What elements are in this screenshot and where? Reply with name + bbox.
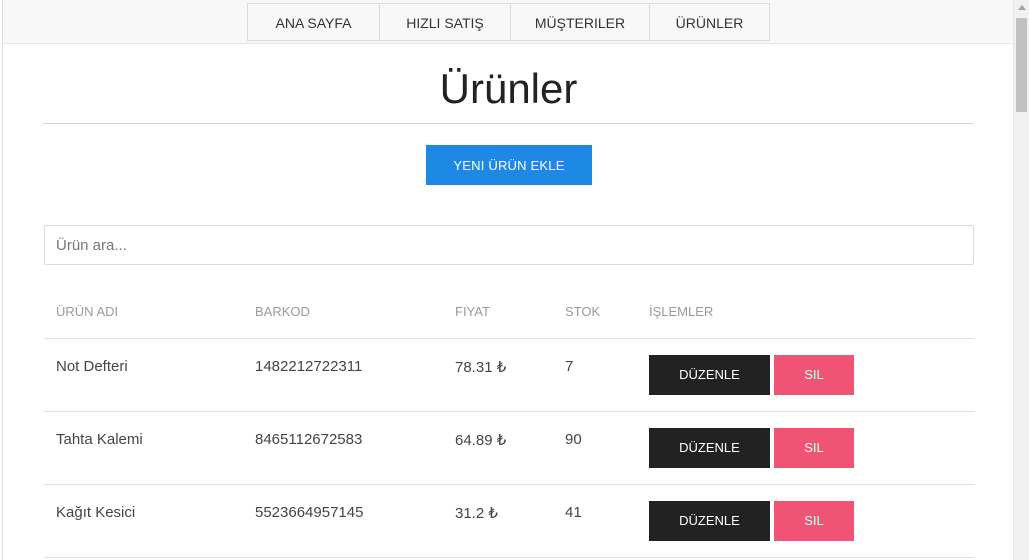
table-header-row: ÜRÜN ADI BARKOD FIYAT STOK İŞLEMLER — [44, 285, 975, 339]
header-barcode: BARKOD — [243, 285, 443, 339]
cell-stock: 90 — [553, 411, 637, 485]
cell-stock: 7 — [553, 338, 637, 412]
cell-product-name: Tahta Kalemi — [44, 411, 243, 485]
cell-actions: DÜZENLE SIL — [637, 338, 975, 412]
table-row: Not Defteri 1482212722311 78.31 ₺ 7 DÜZE… — [44, 338, 975, 412]
cell-actions: DÜZENLE SIL — [637, 411, 975, 485]
table-row: Tahta Kalemi 8465112672583 64.89 ₺ 90 DÜ… — [44, 411, 975, 485]
cell-product-name: Kağıt Kesici — [44, 484, 243, 558]
add-product-button[interactable]: YENI ÜRÜN EKLE — [426, 145, 592, 185]
nav-item-products[interactable]: ÜRÜNLER — [649, 3, 770, 41]
products-table: ÜRÜN ADI BARKOD FIYAT STOK İŞLEMLER Not … — [44, 285, 975, 558]
top-navbar: ANA SAYFA HIZLI SATIŞ MÜŞTERILER ÜRÜNLER — [3, 0, 1014, 44]
header-actions: İŞLEMLER — [637, 285, 975, 339]
product-search-input[interactable] — [44, 225, 974, 265]
cell-price: 31.2 ₺ — [443, 484, 553, 558]
header-price: FIYAT — [443, 285, 553, 339]
title-divider — [43, 123, 974, 124]
cell-barcode: 5523664957145 — [243, 484, 443, 558]
vertical-scrollbar[interactable] — [1013, 0, 1029, 560]
cell-barcode: 8465112672583 — [243, 411, 443, 485]
delete-button[interactable]: SIL — [774, 354, 854, 395]
browser-viewport: ANA SAYFA HIZLI SATIŞ MÜŞTERILER ÜRÜNLER… — [0, 0, 1029, 560]
page: ANA SAYFA HIZLI SATIŞ MÜŞTERILER ÜRÜNLER… — [2, 0, 1014, 560]
nav-item-home[interactable]: ANA SAYFA — [247, 3, 379, 41]
scrollbar-thumb[interactable] — [1016, 18, 1027, 112]
edit-button[interactable]: DÜZENLE — [649, 427, 770, 468]
nav-item-quick-sale[interactable]: HIZLI SATIŞ — [379, 3, 510, 41]
header-stock: STOK — [553, 285, 637, 339]
edit-button[interactable]: DÜZENLE — [649, 500, 770, 541]
nav-item-customers[interactable]: MÜŞTERILER — [510, 3, 649, 41]
table-row: Kağıt Kesici 5523664957145 31.2 ₺ 41 DÜZ… — [44, 484, 975, 558]
nav-menu: ANA SAYFA HIZLI SATIŞ MÜŞTERILER ÜRÜNLER — [247, 3, 770, 42]
page-title: Ürünler — [439, 65, 578, 112]
cell-stock: 41 — [553, 484, 637, 558]
cell-price: 64.89 ₺ — [443, 411, 553, 485]
delete-button[interactable]: SIL — [774, 427, 854, 468]
delete-button[interactable]: SIL — [774, 500, 854, 541]
cell-price: 78.31 ₺ — [443, 338, 553, 412]
header-product-name: ÜRÜN ADI — [44, 285, 243, 339]
cell-actions: DÜZENLE SIL — [637, 484, 975, 558]
edit-button[interactable]: DÜZENLE — [649, 354, 770, 395]
cell-barcode: 1482212722311 — [243, 338, 443, 412]
scroll-up-arrow-icon[interactable] — [1018, 5, 1026, 10]
cell-product-name: Not Defteri — [44, 338, 243, 412]
